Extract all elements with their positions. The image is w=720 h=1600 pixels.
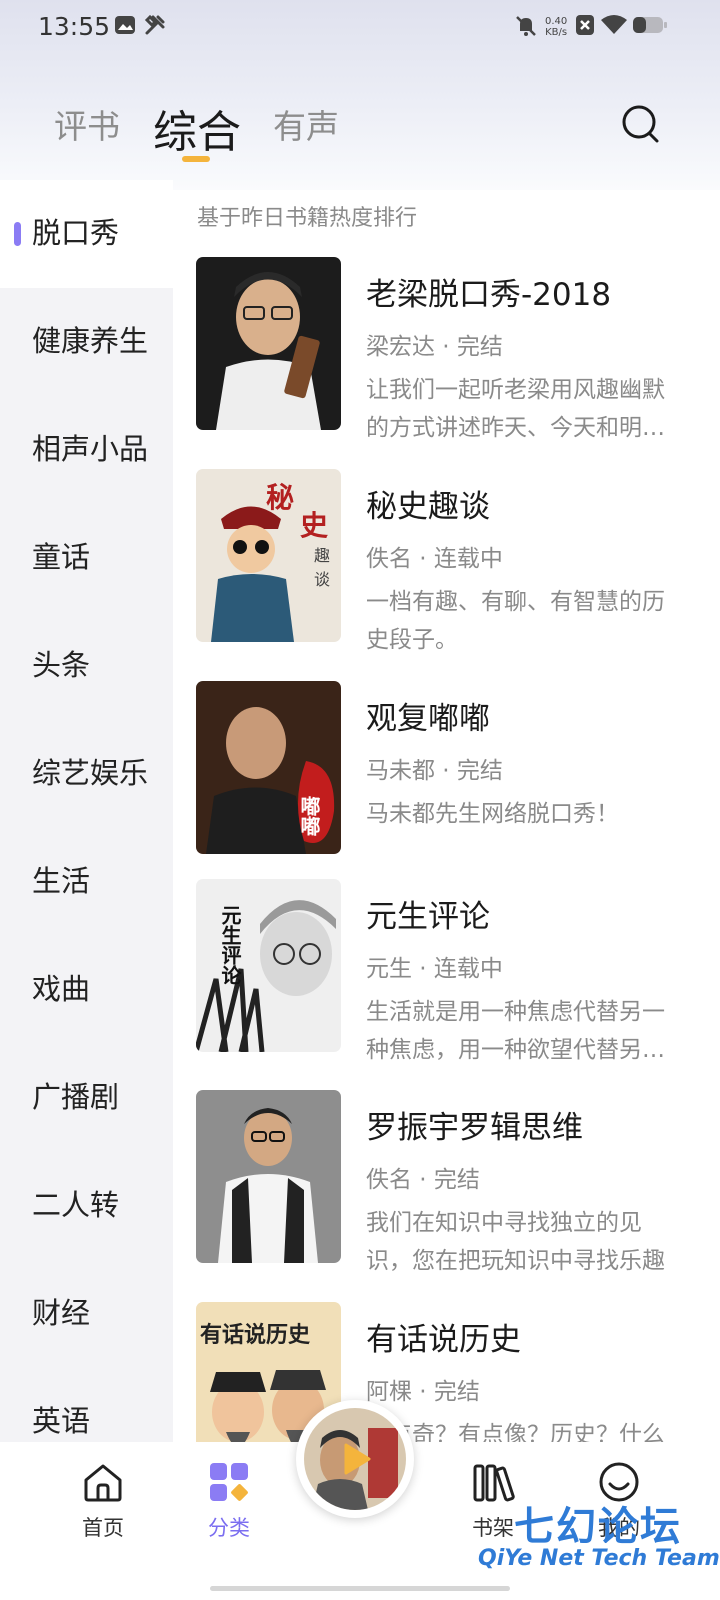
sidebar-item-label: 综艺娱乐 (32, 756, 149, 790)
network-speed: 0.40 KB/s (545, 16, 568, 38)
status-time: 13:55 (38, 12, 111, 41)
book-description: 一档有趣、有聊、有智慧的历史段子。 (366, 589, 665, 653)
book-title: 有话说历史 (366, 1322, 521, 1358)
book-cover: 元生评论 (196, 879, 341, 1052)
book-item[interactable]: 老梁脱口秀-2018 梁宏达 · 完结 让我们一起听老梁用风趣幽默的方式讲述昨天… (196, 257, 696, 441)
book-meta: 马未都 · 完结 (366, 758, 503, 784)
sidebar-item-toutiao[interactable]: 头条 (0, 612, 173, 720)
gallery-notification-icon (114, 14, 136, 36)
tools-notification-icon (144, 14, 166, 36)
tab-yousheng[interactable]: 有声 (273, 100, 339, 148)
watermark-cn: 七幻论坛 (514, 1504, 682, 1550)
sidebar-item-xiqu[interactable]: 戏曲 (0, 936, 173, 1044)
sidebar-item-label: 头条 (32, 648, 91, 682)
cover-text: 元生评论 (218, 905, 242, 985)
watermark-en: QiYe Net Tech Team (478, 1546, 720, 1571)
home-indicator (210, 1586, 510, 1591)
now-playing-cover (304, 1408, 406, 1510)
svg-text:史: 史 (300, 509, 328, 542)
sidebar-item-tuokouxiu[interactable]: 脱口秀 (0, 180, 173, 288)
nav-category[interactable]: 分类 (174, 1442, 284, 1562)
book-title: 老梁脱口秀-2018 (366, 277, 612, 313)
book-title: 罗振宇罗辑思维 (366, 1110, 583, 1146)
cover-text: 有话说历史 (200, 1322, 311, 1348)
sidebar-item-label: 财经 (32, 1296, 91, 1330)
cover-text: 秘 (266, 481, 294, 514)
forum-watermark: 七幻论坛 QiYe Net Tech Team (478, 1494, 720, 1594)
sidebar-item-label: 戏曲 (32, 972, 91, 1006)
sidebar-item-label: 相声小品 (32, 432, 149, 466)
play-icon (344, 1443, 371, 1475)
book-meta: 佚名 · 完结 (366, 1167, 480, 1193)
sidebar-item-label: 广播剧 (32, 1080, 120, 1114)
tab-pingshu[interactable]: 评书 (54, 100, 120, 148)
sidebar-item-guangboju[interactable]: 广播剧 (0, 1044, 173, 1152)
sidebar-item-shenghuo[interactable]: 生活 (0, 828, 173, 936)
book-meta: 佚名 · 连载中 (366, 546, 503, 572)
book-item[interactable]: 元生评论 元生评论 元生 · 连载中 生活就是用一种焦虑代替另一种焦虑，用一种欲… (196, 879, 696, 1063)
nav-home[interactable]: 首页 (48, 1442, 158, 1562)
book-description: 让我们一起听老梁用风趣幽默的方式讲述昨天、今天和明天的事情 (366, 377, 665, 441)
book-meta: 元生 · 连载中 (366, 956, 503, 982)
sidebar-item-caijing[interactable]: 财经 (0, 1260, 173, 1368)
book-cover: 嘟嘟 (196, 681, 341, 854)
nav-label: 首页 (82, 1516, 124, 1540)
mute-icon (514, 14, 538, 38)
now-playing-button[interactable] (296, 1400, 414, 1518)
close-box-icon (575, 14, 595, 36)
sidebar-item-yingyu[interactable]: 英语 (0, 1368, 173, 1442)
sidebar-item-label: 童话 (32, 540, 91, 574)
home-icon (84, 1464, 122, 1502)
book-meta: 阿棵 · 完结 (366, 1379, 480, 1405)
search-button[interactable] (622, 104, 660, 144)
book-description: 马未都先生网络脱口秀！ (366, 801, 619, 827)
svg-text:谈: 谈 (314, 570, 330, 589)
book-description: 我们在知识中寻找独立的见识，您在把玩知识中寻找乐趣 (366, 1210, 665, 1274)
sidebar-item-tonghua[interactable]: 童话 (0, 504, 173, 612)
svg-text:趣: 趣 (314, 546, 330, 565)
cover-text: 嘟嘟 (297, 796, 321, 836)
book-cover (196, 1090, 341, 1263)
book-title: 元生评论 (366, 899, 490, 935)
book-title: 秘史趣谈 (366, 489, 490, 525)
active-category-marker (14, 222, 21, 246)
book-cover: 秘 史 趣 谈 (196, 469, 341, 642)
sidebar-item-label: 二人转 (32, 1188, 120, 1222)
book-item[interactable]: 秘 史 趣 谈 秘史趣谈 佚名 · 连载中 一档有趣、有聊、有智慧的历史段子。 (196, 469, 696, 653)
sidebar-item-zongyi[interactable]: 综艺娱乐 (0, 720, 173, 828)
active-tab-indicator (182, 156, 210, 162)
search-icon (622, 105, 659, 143)
book-description: 生活就是用一种焦虑代替另一种焦虑，用一种欲望代替另一种欲望 (366, 999, 665, 1063)
sidebar-item-jiankang[interactable]: 健康养生 (0, 288, 173, 396)
sidebar-item-label: 英语 (32, 1404, 91, 1438)
book-title: 观复嘟嘟 (366, 701, 490, 737)
sidebar-item-label: 健康养生 (32, 324, 149, 358)
battery-icon (632, 14, 668, 36)
wifi-icon (600, 14, 628, 36)
nav-label: 分类 (208, 1516, 250, 1540)
status-bar: 13:55 0.40 KB/s (0, 0, 720, 56)
sidebar-item-label: 脱口秀 (32, 216, 120, 250)
book-item[interactable]: 罗振宇罗辑思维 佚名 · 完结 我们在知识中寻找独立的见识，您在把玩知识中寻找乐… (196, 1090, 696, 1274)
book-item[interactable]: 嘟嘟 观复嘟嘟 马未都 · 完结 马未都先生网络脱口秀！ (196, 681, 696, 857)
tab-zonghe[interactable]: 综合 (153, 96, 241, 160)
category-sidebar: 脱口秀 健康养生 相声小品 童话 头条 综艺娱乐 生活 戏曲 广播剧 二人转 财… (0, 180, 173, 1442)
book-meta: 梁宏达 · 完结 (366, 334, 503, 360)
category-icon (210, 1463, 248, 1501)
ranking-note: 基于昨日书籍热度排行 (197, 206, 418, 231)
sidebar-item-xiangsheng[interactable]: 相声小品 (0, 396, 173, 504)
sidebar-item-label: 生活 (32, 864, 91, 898)
book-cover (196, 257, 341, 430)
sidebar-item-errenzhuan[interactable]: 二人转 (0, 1152, 173, 1260)
